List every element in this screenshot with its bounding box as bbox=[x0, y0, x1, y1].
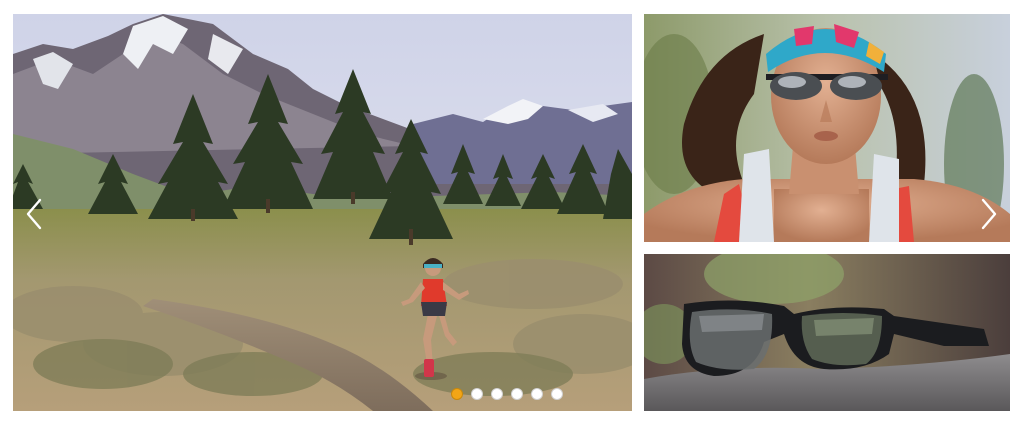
slide-dot-5[interactable] bbox=[531, 388, 543, 400]
runner-portrait-image bbox=[644, 14, 1010, 242]
slide-dot-3[interactable] bbox=[491, 388, 503, 400]
next-slide-button[interactable] bbox=[975, 197, 1001, 231]
slide-dot-4[interactable] bbox=[511, 388, 523, 400]
chevron-right-icon bbox=[981, 198, 997, 230]
chevron-left-icon bbox=[26, 198, 42, 230]
slide-dot-6[interactable] bbox=[551, 388, 563, 400]
slide-dot-1[interactable] bbox=[451, 388, 463, 400]
slide-dot-2[interactable] bbox=[471, 388, 483, 400]
main-hero-image bbox=[13, 14, 632, 411]
previous-slide-button[interactable] bbox=[22, 197, 48, 231]
sunglasses-product-image bbox=[644, 254, 1010, 411]
slide-pagination bbox=[451, 388, 563, 402]
